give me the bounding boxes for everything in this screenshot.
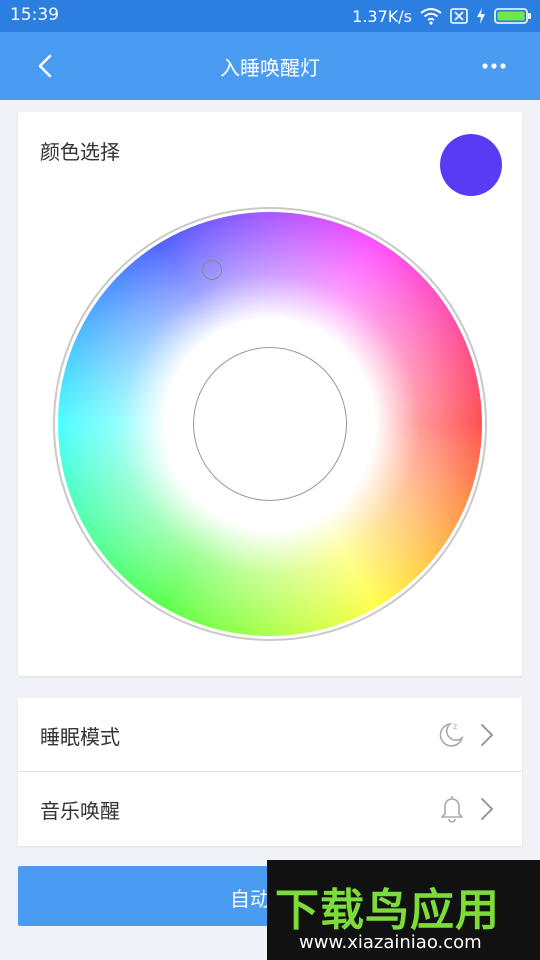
color-select-label: 颜色选择 xyxy=(40,140,120,164)
page-title: 入睡唤醒灯 xyxy=(220,56,320,80)
color-wheel-center xyxy=(193,347,347,501)
auto-button-label: 自动 xyxy=(230,887,270,911)
status-time: 15:39 xyxy=(10,5,59,25)
settings-list: 睡眠模式 z 音乐唤醒 xyxy=(18,698,522,846)
color-picker-handle[interactable] xyxy=(202,260,222,280)
more-dots-icon[interactable] xyxy=(478,50,510,82)
color-card: 颜色选择 xyxy=(18,112,522,676)
wifi-icon xyxy=(420,7,442,25)
list-item-label: 睡眠模式 xyxy=(40,725,120,749)
status-icons: 1.37K/s xyxy=(352,4,532,28)
chevron-right-icon xyxy=(476,720,498,750)
sim-blocked-icon xyxy=(450,7,468,25)
bell-icon xyxy=(436,792,468,824)
title-bar: 入睡唤醒灯 xyxy=(0,32,540,100)
color-wheel[interactable] xyxy=(53,207,487,641)
battery-icon xyxy=(494,7,532,25)
selected-color-swatch xyxy=(440,134,502,196)
list-item-sleep-mode[interactable]: 睡眠模式 z xyxy=(18,698,522,772)
list-item-music-wakeup[interactable]: 音乐唤醒 xyxy=(18,772,522,846)
watermark-url: www.xiazainiao.com xyxy=(299,932,482,953)
moon-zzz-icon: z xyxy=(436,718,468,750)
watermark-brand: 下载鸟应用 xyxy=(275,885,500,936)
list-item-label: 音乐唤醒 xyxy=(40,799,120,823)
charging-icon xyxy=(476,7,486,25)
watermark-logo: 下载鸟应用 www.xiazainiao.com xyxy=(267,860,540,960)
status-bar: 15:39 1.37K/s xyxy=(0,0,540,32)
svg-text:z: z xyxy=(453,722,457,731)
network-speed: 1.37K/s xyxy=(352,6,412,26)
chevron-right-icon xyxy=(476,794,498,824)
